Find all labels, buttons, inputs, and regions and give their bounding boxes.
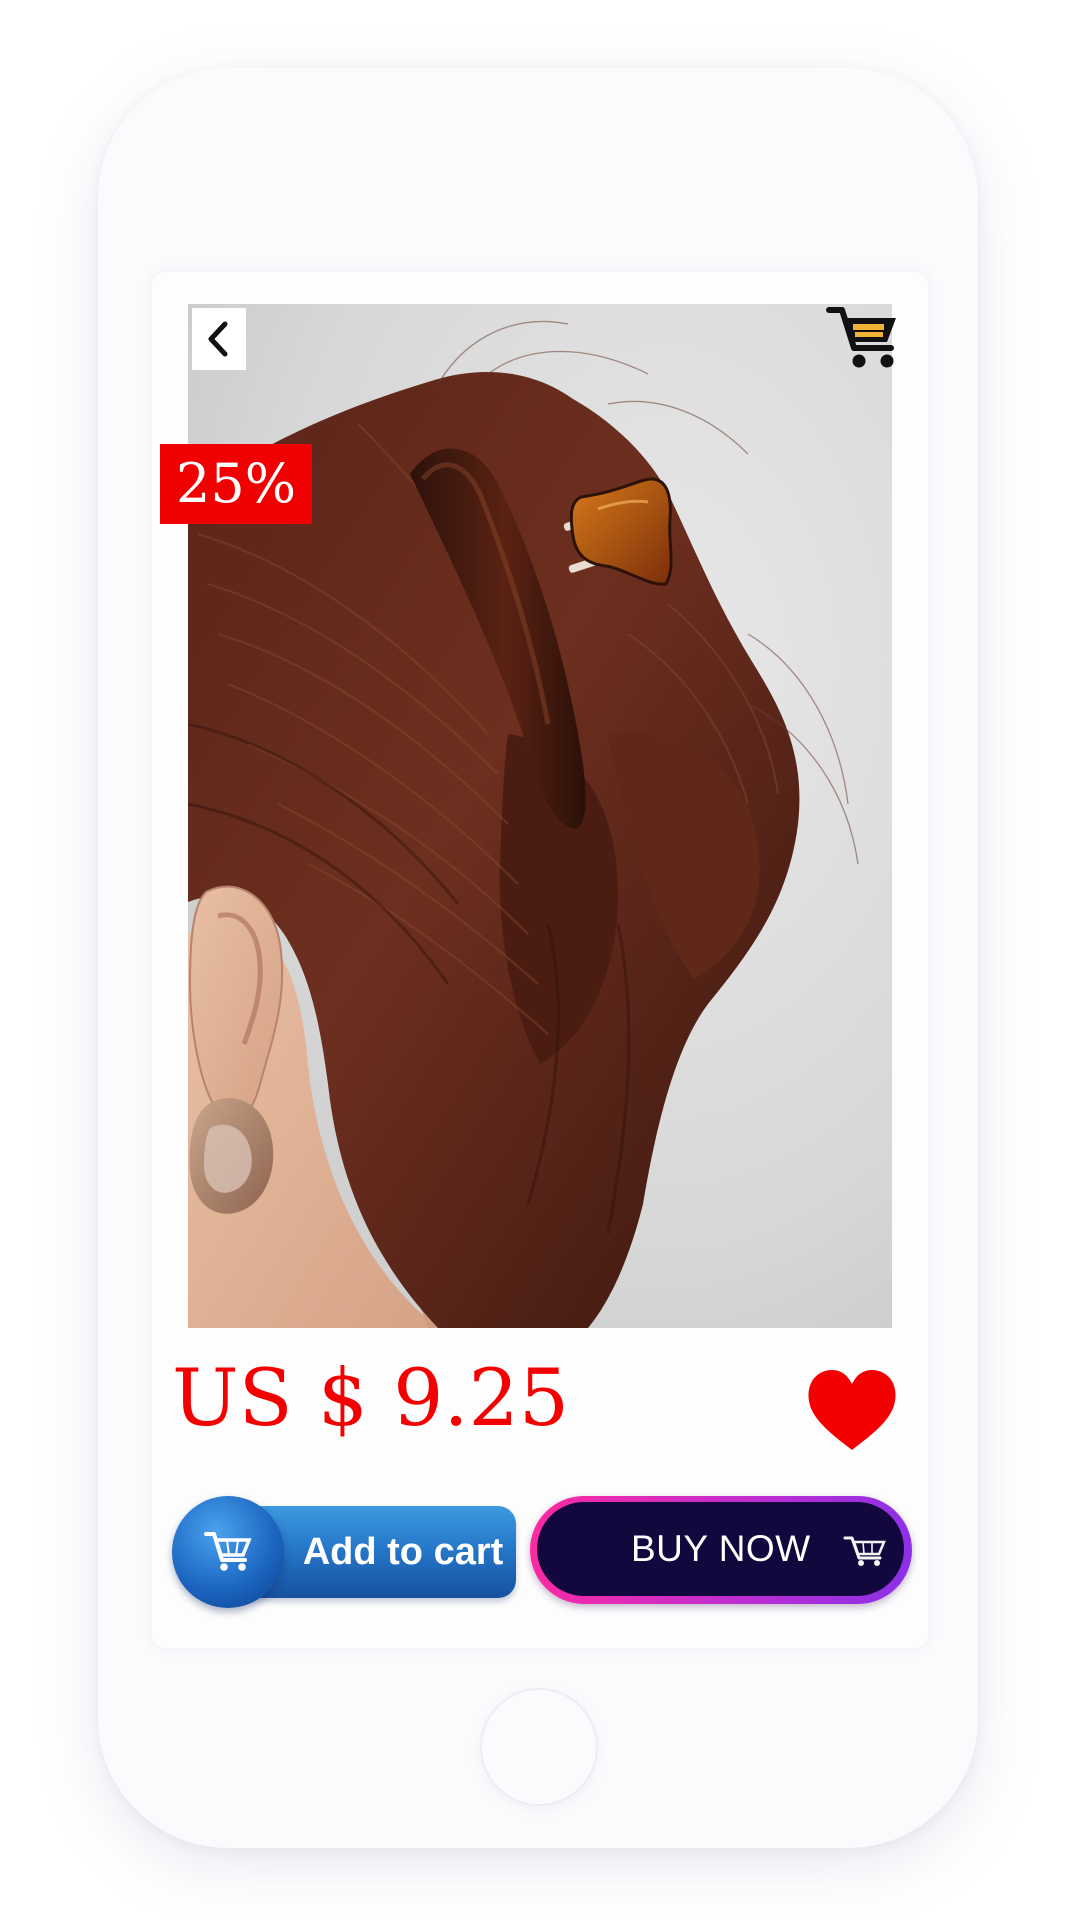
heart-icon — [808, 1370, 896, 1450]
cart-icon — [843, 1536, 886, 1566]
chevron-left-icon — [208, 321, 228, 357]
cart-icon — [204, 1532, 252, 1571]
add-to-cart-button[interactable]: Add to cart — [172, 1496, 516, 1608]
discount-badge: 25% — [160, 444, 312, 524]
add-to-cart-icon-circle — [172, 1496, 284, 1608]
shopping-cart-icon — [826, 307, 896, 368]
add-to-cart-label: Add to cart — [302, 1531, 504, 1573]
buy-now-button[interactable]: BUY NOW — [530, 1496, 912, 1604]
buy-now-inner-background: BUY NOW — [537, 1502, 904, 1596]
home-button[interactable] — [480, 1688, 598, 1806]
product-price: US $ 9.25 — [172, 1352, 570, 1444]
cart-button[interactable] — [826, 304, 900, 372]
back-button[interactable] — [192, 308, 246, 370]
buy-now-label: BUY NOW — [631, 1528, 811, 1569]
favorite-button[interactable] — [806, 1368, 898, 1452]
